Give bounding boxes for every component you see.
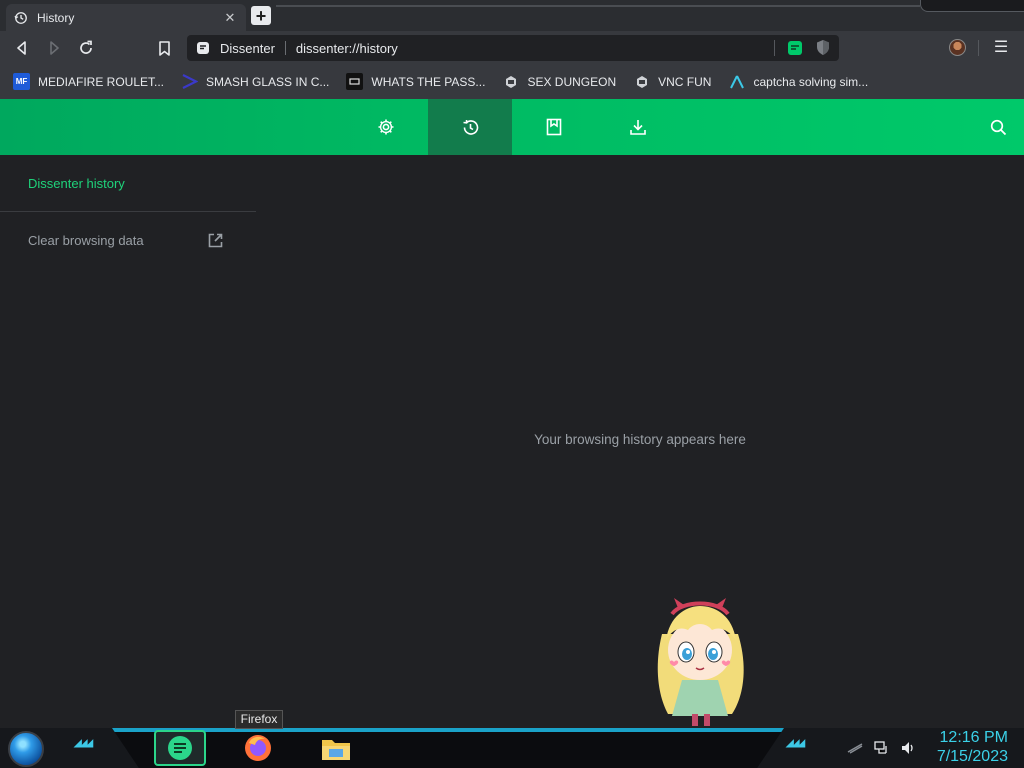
- page-bookmark-icon: [346, 73, 364, 90]
- frame-decoration: [276, 5, 920, 7]
- bookmarks-bar: MF MEDIAFIRE ROULET... SMASH GLASS IN C.…: [0, 64, 1024, 99]
- back-button[interactable]: [12, 38, 32, 58]
- triangle-bookmark-icon: [728, 73, 745, 90]
- bookmark-outline-icon: [158, 40, 170, 56]
- decor-chevrons-left: ◢◢◢: [74, 738, 93, 749]
- pixel-bookmark-icon: [502, 73, 519, 90]
- clear-browsing-data-link[interactable]: Clear browsing data: [28, 230, 224, 250]
- toolbar-divider: [978, 40, 979, 56]
- volume-icon[interactable]: [900, 740, 916, 756]
- bookmark-label: SEX DUNGEON: [527, 74, 617, 89]
- shield-icon[interactable]: [815, 39, 831, 56]
- tab-history[interactable]: History ✕: [6, 4, 246, 31]
- forward-arrow-icon: [50, 41, 59, 55]
- bookmark-item-vnc-fun[interactable]: VNC FUN: [633, 70, 711, 94]
- tab-strip: History ✕ +: [0, 0, 1024, 31]
- taskbar-frame: [112, 728, 784, 768]
- clock-time: 12:16 PM: [939, 729, 1008, 746]
- taskbar-dissenter-app[interactable]: [154, 730, 206, 766]
- nav-history-button[interactable]: [428, 99, 512, 155]
- reload-icon: [80, 40, 92, 54]
- external-link-icon: [208, 233, 223, 247]
- bookmark-page-button[interactable]: [154, 38, 174, 58]
- forward-button[interactable]: [44, 38, 64, 58]
- system-tray: [846, 728, 916, 768]
- history-icon: [462, 119, 478, 135]
- bookmark-item-captcha[interactable]: captcha solving sim...: [728, 70, 868, 94]
- bookmark-item-smash-glass[interactable]: SMASH GLASS IN C...: [181, 70, 329, 94]
- history-icon: [14, 11, 27, 24]
- bookmark-label: MEDIAFIRE ROULET...: [38, 74, 165, 89]
- bookmark-label: captcha solving sim...: [753, 74, 869, 89]
- folder-icon: [322, 740, 350, 760]
- decor-chevrons-right: ◢◢◢: [786, 738, 805, 749]
- bookmark-label: WHATS THE PASS...: [371, 74, 486, 89]
- firefox-tooltip: Firefox: [235, 710, 283, 729]
- network-icon[interactable]: [874, 740, 890, 756]
- frame-notch: [920, 0, 1024, 12]
- site-label: Dissenter: [220, 40, 275, 56]
- clock-date: 7/15/2023: [936, 748, 1008, 765]
- dissenter-comments-icon[interactable]: [787, 40, 803, 56]
- close-icon[interactable]: ✕: [222, 10, 238, 26]
- mediafire-icon: MF: [13, 73, 30, 90]
- firefox-icon: [245, 735, 271, 761]
- dissenter-nav-bar: [0, 99, 1024, 155]
- bookmark-item-dungeon[interactable]: SEX DUNGEON: [502, 70, 616, 94]
- nav-downloads-button[interactable]: [596, 99, 680, 155]
- gear-icon: [378, 119, 394, 135]
- bookmark-label: VNC FUN: [658, 74, 712, 89]
- new-tab-button[interactable]: +: [251, 6, 271, 25]
- url-divider: [774, 39, 775, 56]
- taskbar-clock[interactable]: 12:16 PM 7/15/2023: [937, 728, 1008, 766]
- search-icon: [990, 119, 1006, 135]
- download-icon: [630, 120, 646, 135]
- back-arrow-icon: [17, 41, 26, 55]
- taskbar-firefox-app[interactable]: [236, 730, 280, 766]
- dissenter-app-icon: [168, 736, 192, 760]
- bookmark-item-mediafire[interactable]: MF MEDIAFIRE ROULET...: [13, 70, 164, 94]
- show-hidden-icons-icon[interactable]: [846, 742, 864, 754]
- start-button[interactable]: [8, 731, 44, 767]
- clear-browsing-data-label: Clear browsing data: [28, 232, 144, 248]
- reload-button[interactable]: [76, 38, 96, 58]
- profile-avatar[interactable]: [949, 39, 966, 56]
- tab-title: History: [37, 10, 75, 25]
- bookmark-icon: [546, 118, 562, 136]
- nav-settings-button[interactable]: [344, 99, 428, 155]
- taskbar-file-explorer-app[interactable]: [314, 730, 358, 766]
- url-text[interactable]: dissenter://history: [296, 41, 398, 56]
- url-actions: [774, 39, 831, 56]
- search-button[interactable]: [986, 115, 1010, 139]
- nav-bookmarks-button[interactable]: [512, 99, 596, 155]
- browser-toolbar: Dissenter dissenter://history ☰: [0, 31, 1024, 64]
- sidebar-title[interactable]: Dissenter history: [28, 176, 125, 191]
- address-bar[interactable]: Dissenter dissenter://history: [187, 35, 839, 61]
- pixel-bookmark-icon: [633, 73, 650, 90]
- bookmark-item-whats-the-pass[interactable]: WHATS THE PASS...: [346, 70, 485, 94]
- desktop-mascot-character[interactable]: [648, 596, 752, 728]
- sidebar-divider: [0, 211, 256, 212]
- empty-history-message: Your browsing history appears here: [534, 432, 746, 447]
- url-separator: [284, 41, 286, 55]
- menu-button[interactable]: ☰: [992, 39, 1010, 57]
- bookmark-label: SMASH GLASS IN C...: [206, 74, 330, 89]
- chevron-bookmark-icon: [181, 73, 199, 90]
- dissenter-site-icon: [197, 42, 209, 54]
- history-sidebar: Dissenter history Clear browsing data: [0, 155, 256, 728]
